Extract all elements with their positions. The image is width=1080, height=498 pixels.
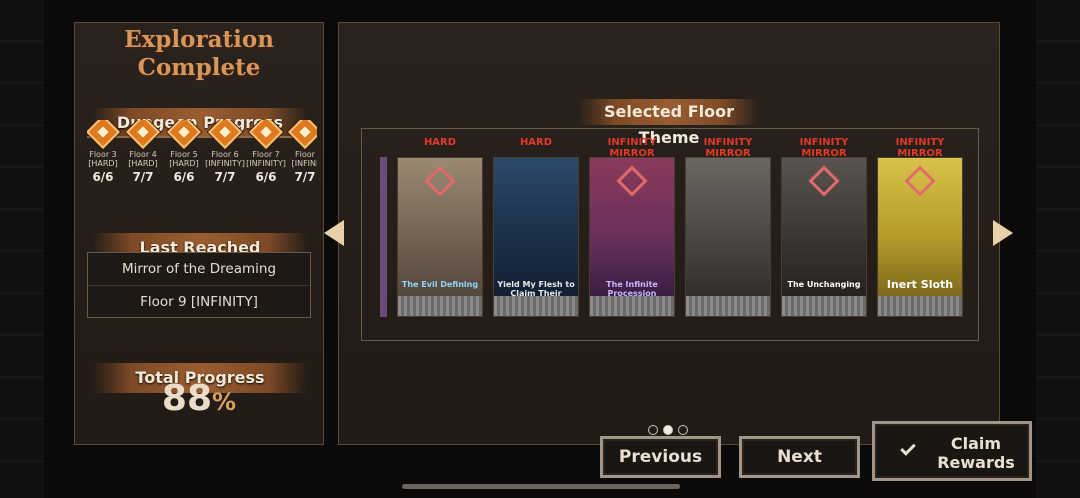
floor-theme-card[interactable]: INFINITY MIRROR [685,137,771,317]
floor-score: 7/7 [294,170,316,184]
floor-theme-card[interactable]: HARD The Evil Defining [397,137,483,317]
dungeon-emblem-icon [424,165,456,197]
floor-theme-panel: Selected Floor Theme HARD The Evil Defin… [338,22,1000,445]
card-caption: The Unchanging [787,280,861,289]
floor-name: Floor [INFINI [291,150,317,168]
floor-node: Floor 3 [HARD] 6/6 [87,120,123,184]
home-indicator[interactable] [402,484,680,489]
floor-node: Floor 6 [INFINITY] 7/7 [205,120,245,184]
floor-node: Floor 4 [HARD] 7/7 [123,120,163,184]
progress-number: 88 [161,378,213,419]
card-difficulty: INFINITY MIRROR [703,137,753,159]
floor-progress-track: Floor 3 [HARD] 6/6 Floor 4 [HARD] 7/7 Floo… [87,120,317,200]
frame-edge-right [1036,0,1080,498]
checkmark-icon [900,440,916,456]
next-button[interactable]: Next [739,436,860,478]
floor-name: Floor 7 [INFINITY] [246,150,286,168]
card-base [398,296,482,316]
card-difficulty: INFINITY MIRROR [799,137,849,159]
floor-score: 6/6 [92,170,114,184]
floor-theme-card[interactable]: INFINITY MIRROR The Unchanging [781,137,867,317]
card-artwork: The Evil Defining [397,157,483,317]
floor-name: Floor 3 [HARD] [88,150,118,168]
floor-diamond-icon [288,120,317,149]
floor-score: 6/6 [173,170,195,184]
total-progress-value: 88% [75,378,323,419]
floor-node: Floor 5 [HARD] 6/6 [164,120,204,184]
floor-diamond-icon [87,120,120,149]
title-line-1: Exploration [124,26,274,53]
floor-node: Floor [INFINI 7/7 [285,120,317,184]
floor-theme-card[interactable]: HARD Yield My Flesh to Claim Their Bones… [493,137,579,317]
card-base [494,296,578,316]
card-base [590,296,674,316]
carousel-next-arrow-icon[interactable] [993,220,1013,246]
last-reached-box: Mirror of the Dreaming Floor 9 [INFINITY… [87,252,311,318]
partial-card [380,157,387,317]
floor-name: Floor 4 [HARD] [128,150,158,168]
carousel-prev-arrow-icon[interactable] [324,220,344,246]
floor-diamond-icon [126,120,160,149]
last-reached-floor: Floor 9 [INFINITY] [88,285,310,317]
exploration-summary-panel: Exploration Complete Dungeon Progress Fl… [74,22,324,445]
card-caption: The Evil Defining [401,280,479,289]
floor-diamond-icon [208,120,242,149]
claim-line-1: Claim [950,434,1002,453]
floor-score: 6/6 [255,170,277,184]
page-dot-active[interactable] [663,425,673,435]
dungeon-emblem-icon [808,165,840,197]
page-dot[interactable] [648,425,658,435]
dungeon-emblem-icon [904,165,936,197]
frame-edge-left [0,0,44,498]
last-reached-dungeon: Mirror of the Dreaming [121,261,277,277]
floor-theme-carousel: HARD The Evil Defining HARD Yield My Fle… [361,128,979,341]
page-dot[interactable] [678,425,688,435]
card-base [782,296,866,316]
card-artwork: Inert Sloth [877,157,963,317]
card-difficulty: HARD [519,137,553,148]
card-difficulty: HARD [423,137,457,148]
claim-rewards-label: Claim Rewards [933,434,1019,472]
card-caption: Inert Sloth [886,278,954,291]
dungeon-emblem-icon [616,165,648,197]
card-base [878,296,962,316]
card-artwork: The Infinite Procession [589,157,675,317]
previous-button[interactable]: Previous [600,436,721,478]
card-artwork: Yield My Flesh to Claim Their Bones Sett… [493,157,579,317]
card-base [686,296,770,316]
title-line-2: Complete [137,54,261,81]
floor-theme-card[interactable]: INFINITY MIRROR The Infinite Procession [589,137,675,317]
card-difficulty: INFINITY MIRROR [895,137,945,159]
selected-floor-theme-banner: Selected Floor Theme [579,99,759,147]
card-difficulty: INFINITY MIRROR [607,137,657,159]
floor-name: Floor 6 [INFINITY] [205,150,245,168]
claim-rewards-button[interactable]: Claim Rewards [872,421,1032,481]
floor-score: 7/7 [132,170,154,184]
exploration-complete-title: Exploration Complete [75,26,323,82]
floor-diamond-icon [249,120,283,149]
page-indicator [648,420,693,435]
floor-theme-card[interactable]: INFINITY MIRROR Inert Sloth [877,137,963,317]
claim-line-2: Rewards [937,453,1015,472]
floor-name: Floor 5 [HARD] [169,150,199,168]
floor-score: 7/7 [214,170,236,184]
card-artwork [685,157,771,317]
progress-percent-sign: % [212,388,237,416]
card-artwork: The Unchanging [781,157,867,317]
floor-node: Floor 7 [INFINITY] 6/6 [246,120,286,184]
floor-diamond-icon [167,120,201,149]
